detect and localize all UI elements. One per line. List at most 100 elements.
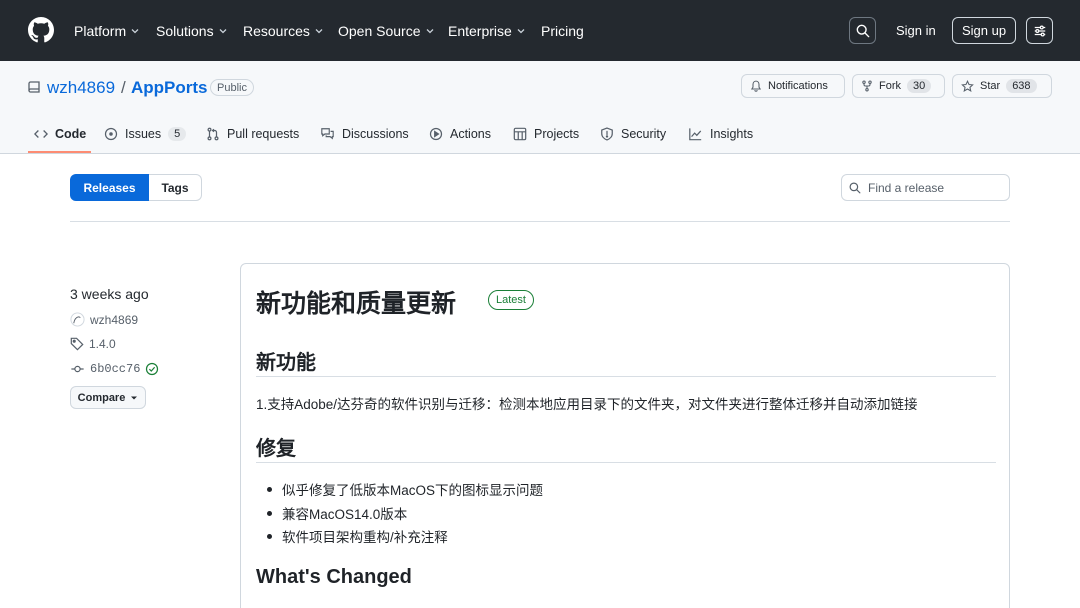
sign-up-button[interactable]: Sign up (952, 17, 1016, 44)
tab-security-label: Security (621, 127, 667, 141)
tab-projects[interactable]: Projects (513, 125, 579, 143)
new-features-text: 1.支持Adobe/达芬奇的软件识别与迁移：检测本地应用目录下的文件夹，对文件夹… (256, 397, 918, 412)
release-author[interactable]: wzh4869 (70, 312, 138, 327)
releases-tab-button[interactable]: Releases (70, 174, 149, 201)
notifications-label: Notifications (768, 80, 828, 92)
tab-issues[interactable]: Issues 5 (104, 125, 187, 143)
release-tag[interactable]: 1.4.0 (70, 337, 116, 351)
fork-label: Fork (879, 80, 901, 92)
bullet (267, 486, 272, 492)
tags-tab-button[interactable]: Tags (149, 174, 202, 201)
release-tag-name: 1.4.0 (89, 337, 116, 351)
tab-actions[interactable]: Actions (429, 125, 491, 143)
section-divider (70, 221, 1010, 222)
list-item: 兼容MacOS14.0版本 (267, 503, 407, 523)
release-author-name: wzh4869 (90, 312, 139, 327)
heading-rule (256, 376, 996, 377)
compare-button[interactable]: Compare (70, 386, 146, 409)
git-commit-icon (71, 365, 84, 373)
list-item-text: 软件项目架构重构/补充注释 (282, 530, 448, 545)
star-button[interactable]: Star 638 (952, 74, 1052, 98)
release-commit[interactable]: 6b0cc76 (70, 362, 159, 376)
sliders-icon (1034, 24, 1045, 37)
graph-icon (689, 128, 702, 141)
tab-actions-label: Actions (450, 127, 491, 141)
repo-name-link[interactable]: AppPorts (131, 78, 208, 98)
nav-open-source[interactable]: Open Source (338, 22, 435, 40)
tab-code[interactable]: Code (34, 125, 86, 143)
bullet (267, 533, 272, 539)
verified-check-icon (146, 362, 159, 376)
tab-pull-requests[interactable]: Pull requests (206, 125, 299, 143)
section-heading-new-features: 新功能 (256, 352, 316, 374)
comment-discussion-icon (321, 128, 334, 140)
tab-discussions-label: Discussions (342, 127, 409, 141)
chevron-down-icon (517, 29, 525, 34)
issue-opened-icon (104, 127, 118, 141)
section-heading-fixes: 修复 (256, 438, 296, 460)
notifications-button[interactable]: Notifications (741, 74, 845, 98)
tab-security[interactable]: Security (600, 125, 666, 143)
list-item: 软件项目架构重构/补充注释 (267, 526, 448, 546)
nav-resources-label: Resources (243, 23, 310, 39)
compare-label: Compare (77, 391, 126, 404)
table-icon (513, 127, 527, 141)
top-nav: Platform Solutions Resources Open Source… (0, 0, 1080, 61)
pull-request-icon (207, 127, 219, 141)
search-icon (856, 24, 869, 37)
repo-owner-link[interactable]: wzh4869 (47, 78, 115, 98)
section-heading-whats-changed: What's Changed (256, 566, 412, 588)
release-card: 新功能和质量更新 Latest 新功能 1.支持Adobe/达芬奇的软件识别与迁… (240, 263, 1010, 608)
tab-insights[interactable]: Insights (688, 125, 753, 143)
star-label: Star (980, 80, 1001, 92)
menu-button[interactable] (1026, 17, 1053, 44)
nav-enterprise-label: Enterprise (448, 23, 512, 39)
bell-icon (750, 80, 762, 92)
nav-pricing[interactable]: Pricing (541, 22, 584, 40)
star-icon (961, 79, 974, 92)
nav-solutions[interactable]: Solutions (156, 22, 228, 40)
issues-count-badge: 5 (168, 127, 187, 141)
sign-in-link[interactable]: Sign in (896, 23, 936, 38)
tab-discussions[interactable]: Discussions (320, 125, 409, 143)
avatar (70, 312, 85, 327)
nav-platform[interactable]: Platform (74, 22, 140, 40)
list-item: 似乎修复了低版本MacOS下的图标显示问题 (267, 479, 543, 499)
find-release-input[interactable] (868, 180, 998, 195)
fork-icon (862, 80, 872, 92)
chevron-down-icon (315, 29, 323, 34)
star-count: 638 (1006, 79, 1037, 93)
list-item-text: 似乎修复了低版本MacOS下的图标显示问题 (282, 483, 544, 498)
nav-platform-label: Platform (74, 23, 127, 39)
nav-open-source-label: Open Source (338, 23, 421, 39)
release-date: 3 weeks ago (70, 286, 149, 302)
search-button[interactable] (849, 17, 876, 44)
chevron-down-icon (426, 29, 433, 34)
nav-pricing-label: Pricing (541, 23, 584, 39)
chevron-down-icon (219, 29, 227, 34)
caret-down-icon (131, 396, 138, 399)
nav-resources[interactable]: Resources (243, 22, 324, 40)
play-icon (429, 127, 443, 141)
release-title[interactable]: 新功能和质量更新 (256, 284, 456, 320)
github-logo-icon[interactable] (28, 17, 54, 43)
tab-projects-label: Projects (534, 127, 580, 141)
heading-rule (256, 462, 996, 463)
find-release-field[interactable] (841, 174, 1010, 201)
shield-icon (601, 127, 613, 141)
bullet (267, 510, 272, 516)
latest-badge: Latest (488, 290, 534, 310)
repo-icon (28, 81, 40, 93)
tab-pull-requests-label: Pull requests (227, 127, 300, 141)
fork-button[interactable]: Fork 30 (852, 74, 945, 98)
release-commit-hash: 6b0cc76 (90, 362, 141, 376)
repo-header: wzh4869 / AppPorts Public Notifications … (0, 61, 1080, 154)
tag-icon (70, 337, 84, 351)
code-icon (34, 130, 48, 138)
nav-solutions-label: Solutions (156, 23, 214, 39)
list-item-text: 兼容MacOS14.0版本 (282, 507, 408, 522)
search-icon (849, 182, 861, 193)
tab-code-label: Code (55, 127, 87, 141)
nav-enterprise[interactable]: Enterprise (448, 22, 526, 40)
visibility-badge: Public (210, 79, 254, 96)
